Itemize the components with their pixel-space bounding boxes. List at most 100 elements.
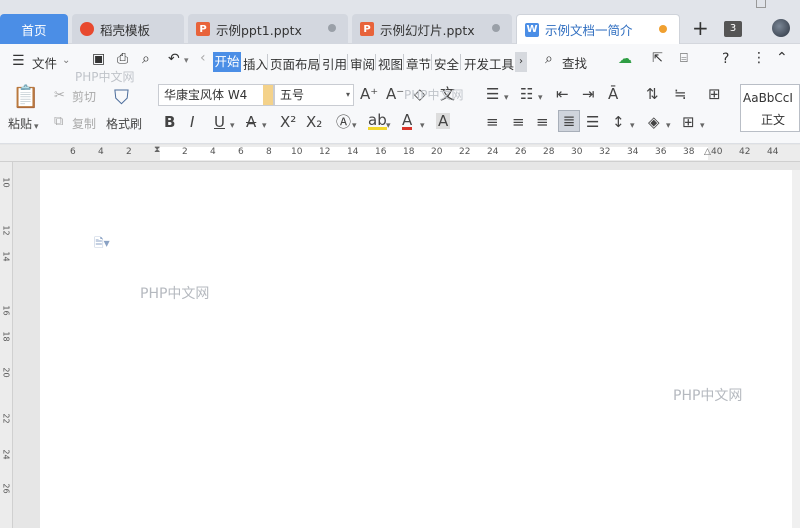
ribbon-tab-review[interactable]: 审阅 xyxy=(350,54,375,73)
numbering-icon[interactable]: ☷ xyxy=(520,86,533,102)
undo-dropdown-icon[interactable]: ▾ xyxy=(184,56,189,66)
help-icon[interactable]: ? xyxy=(722,51,729,67)
ribbon-tab-layout[interactable]: 页面布局 xyxy=(270,54,320,73)
underline-dropdown-icon[interactable]: ▾ xyxy=(230,118,235,134)
more-icon[interactable]: ⋮ xyxy=(752,50,766,66)
paste-icon[interactable]: 📋 xyxy=(12,86,39,110)
bold-icon[interactable]: B xyxy=(164,114,175,130)
paste-dropdown-icon[interactable]: ▾ xyxy=(34,119,39,135)
increase-font-icon[interactable]: A⁺ xyxy=(360,86,378,102)
right-indent-marker-icon[interactable]: △ xyxy=(704,147,711,157)
ribbon-tab-home[interactable]: 开始 xyxy=(213,52,241,72)
tab-close-icon[interactable] xyxy=(492,24,500,32)
bullets-dropdown-icon[interactable]: ▾ xyxy=(504,90,509,106)
new-tab-button[interactable]: + xyxy=(692,18,709,38)
sort-icon[interactable]: ⇅ xyxy=(646,86,659,102)
scroll-left-icon[interactable]: ‹ xyxy=(200,50,206,66)
distributed-icon[interactable]: ☰ xyxy=(586,114,599,130)
line-spacing-dropdown-icon[interactable]: ▾ xyxy=(630,118,635,134)
undo-icon[interactable]: ↶ xyxy=(168,51,180,67)
format-painter-icon[interactable]: ⛉ xyxy=(114,86,129,108)
underline-icon[interactable]: U xyxy=(214,114,225,130)
bullets-icon[interactable]: ☰ xyxy=(486,86,499,102)
text-direction-icon[interactable]: Ᾱ xyxy=(608,86,618,102)
paste-button[interactable]: 粘贴 xyxy=(8,115,32,132)
divider xyxy=(319,54,320,70)
format-painter-button[interactable]: 格式刷 xyxy=(106,115,142,132)
align-left-icon[interactable]: ≡ xyxy=(486,114,499,130)
align-right-icon[interactable]: ≡ xyxy=(536,114,549,130)
tab-slides[interactable]: P 示例幻灯片.pptx xyxy=(352,14,512,44)
save-icon[interactable]: ▣ xyxy=(92,51,105,67)
collapse-ribbon-icon[interactable]: ⌃ xyxy=(776,50,788,66)
align-center-icon[interactable]: ≡ xyxy=(512,114,525,130)
numbering-dropdown-icon[interactable]: ▾ xyxy=(538,90,543,106)
style-normal[interactable]: AaBbCcI 正文 xyxy=(740,84,800,132)
scroll-right-icon[interactable]: › xyxy=(515,52,527,72)
ribbon-tab-developer[interactable]: 开发工具 xyxy=(464,54,514,73)
unsaved-dot-icon[interactable] xyxy=(659,25,667,33)
shading-icon[interactable]: ◈ xyxy=(648,114,660,130)
left-indent-marker-icon[interactable]: ⧗ xyxy=(154,145,160,155)
collab-icon[interactable]: ⌸ xyxy=(680,51,688,66)
tab-close-icon[interactable] xyxy=(328,24,336,32)
font-name-select[interactable]: 华康宝风体 W4 xyxy=(158,84,274,106)
print-icon[interactable]: ⎙ xyxy=(117,51,128,67)
tab-docer-templates[interactable]: 稻壳模板 xyxy=(72,14,184,44)
vertical-ruler[interactable]: 10 12 14 16 18 20 22 24 26 xyxy=(0,162,13,528)
ribbon-tab-chapter[interactable]: 章节 xyxy=(406,54,431,73)
font-size-select[interactable]: 五号 ▾ xyxy=(274,84,354,106)
table-insert-icon[interactable]: ⊞ xyxy=(708,86,721,102)
subscript-icon[interactable]: X₂ xyxy=(306,114,322,130)
font-color-icon[interactable]: A xyxy=(402,113,413,130)
text-effect-dropdown-icon[interactable]: ▾ xyxy=(352,118,357,134)
chevron-down-icon[interactable]: ▾ xyxy=(346,85,350,105)
hamburger-icon[interactable]: ☰ xyxy=(12,53,25,69)
share-icon[interactable]: ⇱ xyxy=(652,51,663,66)
ruler-tick: 20 xyxy=(1,367,11,378)
font-dropdown-icon[interactable] xyxy=(263,85,273,105)
decrease-font-icon[interactable]: A⁻ xyxy=(386,86,404,102)
horizontal-ruler[interactable]: 6 4 2 2 4 6 8 10 12 14 16 18 20 22 24 26… xyxy=(0,145,800,162)
tab-home[interactable]: 首页 xyxy=(0,14,68,44)
borders-icon[interactable]: ⊞ xyxy=(682,114,695,130)
avatar[interactable] xyxy=(772,19,790,37)
tab-document-active[interactable]: W 示例文档一简介 xyxy=(516,14,680,44)
justify-icon[interactable]: ≣ xyxy=(558,110,580,132)
text-effect-icon[interactable]: Ⓐ xyxy=(336,114,351,130)
window-count-badge[interactable]: 3 xyxy=(724,21,742,37)
font-color-dropdown-icon[interactable]: ▾ xyxy=(420,118,425,134)
ribbon-tab-references[interactable]: 引用 xyxy=(322,54,347,73)
highlight-icon[interactable]: ab xyxy=(368,113,387,130)
ribbon-tab-view[interactable]: 视图 xyxy=(378,54,403,73)
decrease-indent-icon[interactable]: ⇤ xyxy=(556,86,569,102)
vertical-scrollbar[interactable] xyxy=(792,170,800,528)
strike-dropdown-icon[interactable]: ▾ xyxy=(262,118,267,134)
paragraph-options-icon[interactable]: 🗎▾ xyxy=(94,234,110,255)
paragraph-mark-icon[interactable]: ≒ xyxy=(674,86,687,102)
ribbon-tab-insert[interactable]: 插入 xyxy=(243,54,268,73)
italic-icon[interactable]: I xyxy=(190,114,194,130)
strikethrough-icon[interactable]: A xyxy=(246,114,256,130)
cut-icon[interactable]: ✂ xyxy=(54,88,65,104)
borders-dropdown-icon[interactable]: ▾ xyxy=(700,118,705,134)
ribbon-tab-security[interactable]: 安全 xyxy=(434,54,459,73)
search-icon[interactable]: ⌕ xyxy=(545,51,553,67)
print-preview-icon[interactable]: ⌕ xyxy=(142,51,150,67)
restore-window-icon[interactable] xyxy=(756,0,766,8)
tab-ppt1[interactable]: P 示例ppt1.pptx xyxy=(188,14,348,44)
cloud-sync-icon[interactable]: ☁ xyxy=(618,51,632,67)
file-menu[interactable]: 文件 xyxy=(32,53,57,72)
chevron-down-icon[interactable]: ⌄ xyxy=(62,55,70,66)
copy-button[interactable]: 复制 xyxy=(72,115,96,132)
document-page[interactable] xyxy=(40,170,792,528)
shading-dropdown-icon[interactable]: ▾ xyxy=(666,118,671,134)
line-spacing-icon[interactable]: ↕ xyxy=(612,114,625,130)
highlight-dropdown-icon[interactable]: ▾ xyxy=(386,118,391,134)
search-button[interactable]: 查找 xyxy=(562,53,587,72)
increase-indent-icon[interactable]: ⇥ xyxy=(582,86,595,102)
cut-button[interactable]: 剪切 xyxy=(72,88,96,105)
superscript-icon[interactable]: X² xyxy=(280,114,296,130)
char-shading-icon[interactable]: A xyxy=(436,113,451,129)
copy-icon[interactable]: ⧉ xyxy=(54,114,63,130)
